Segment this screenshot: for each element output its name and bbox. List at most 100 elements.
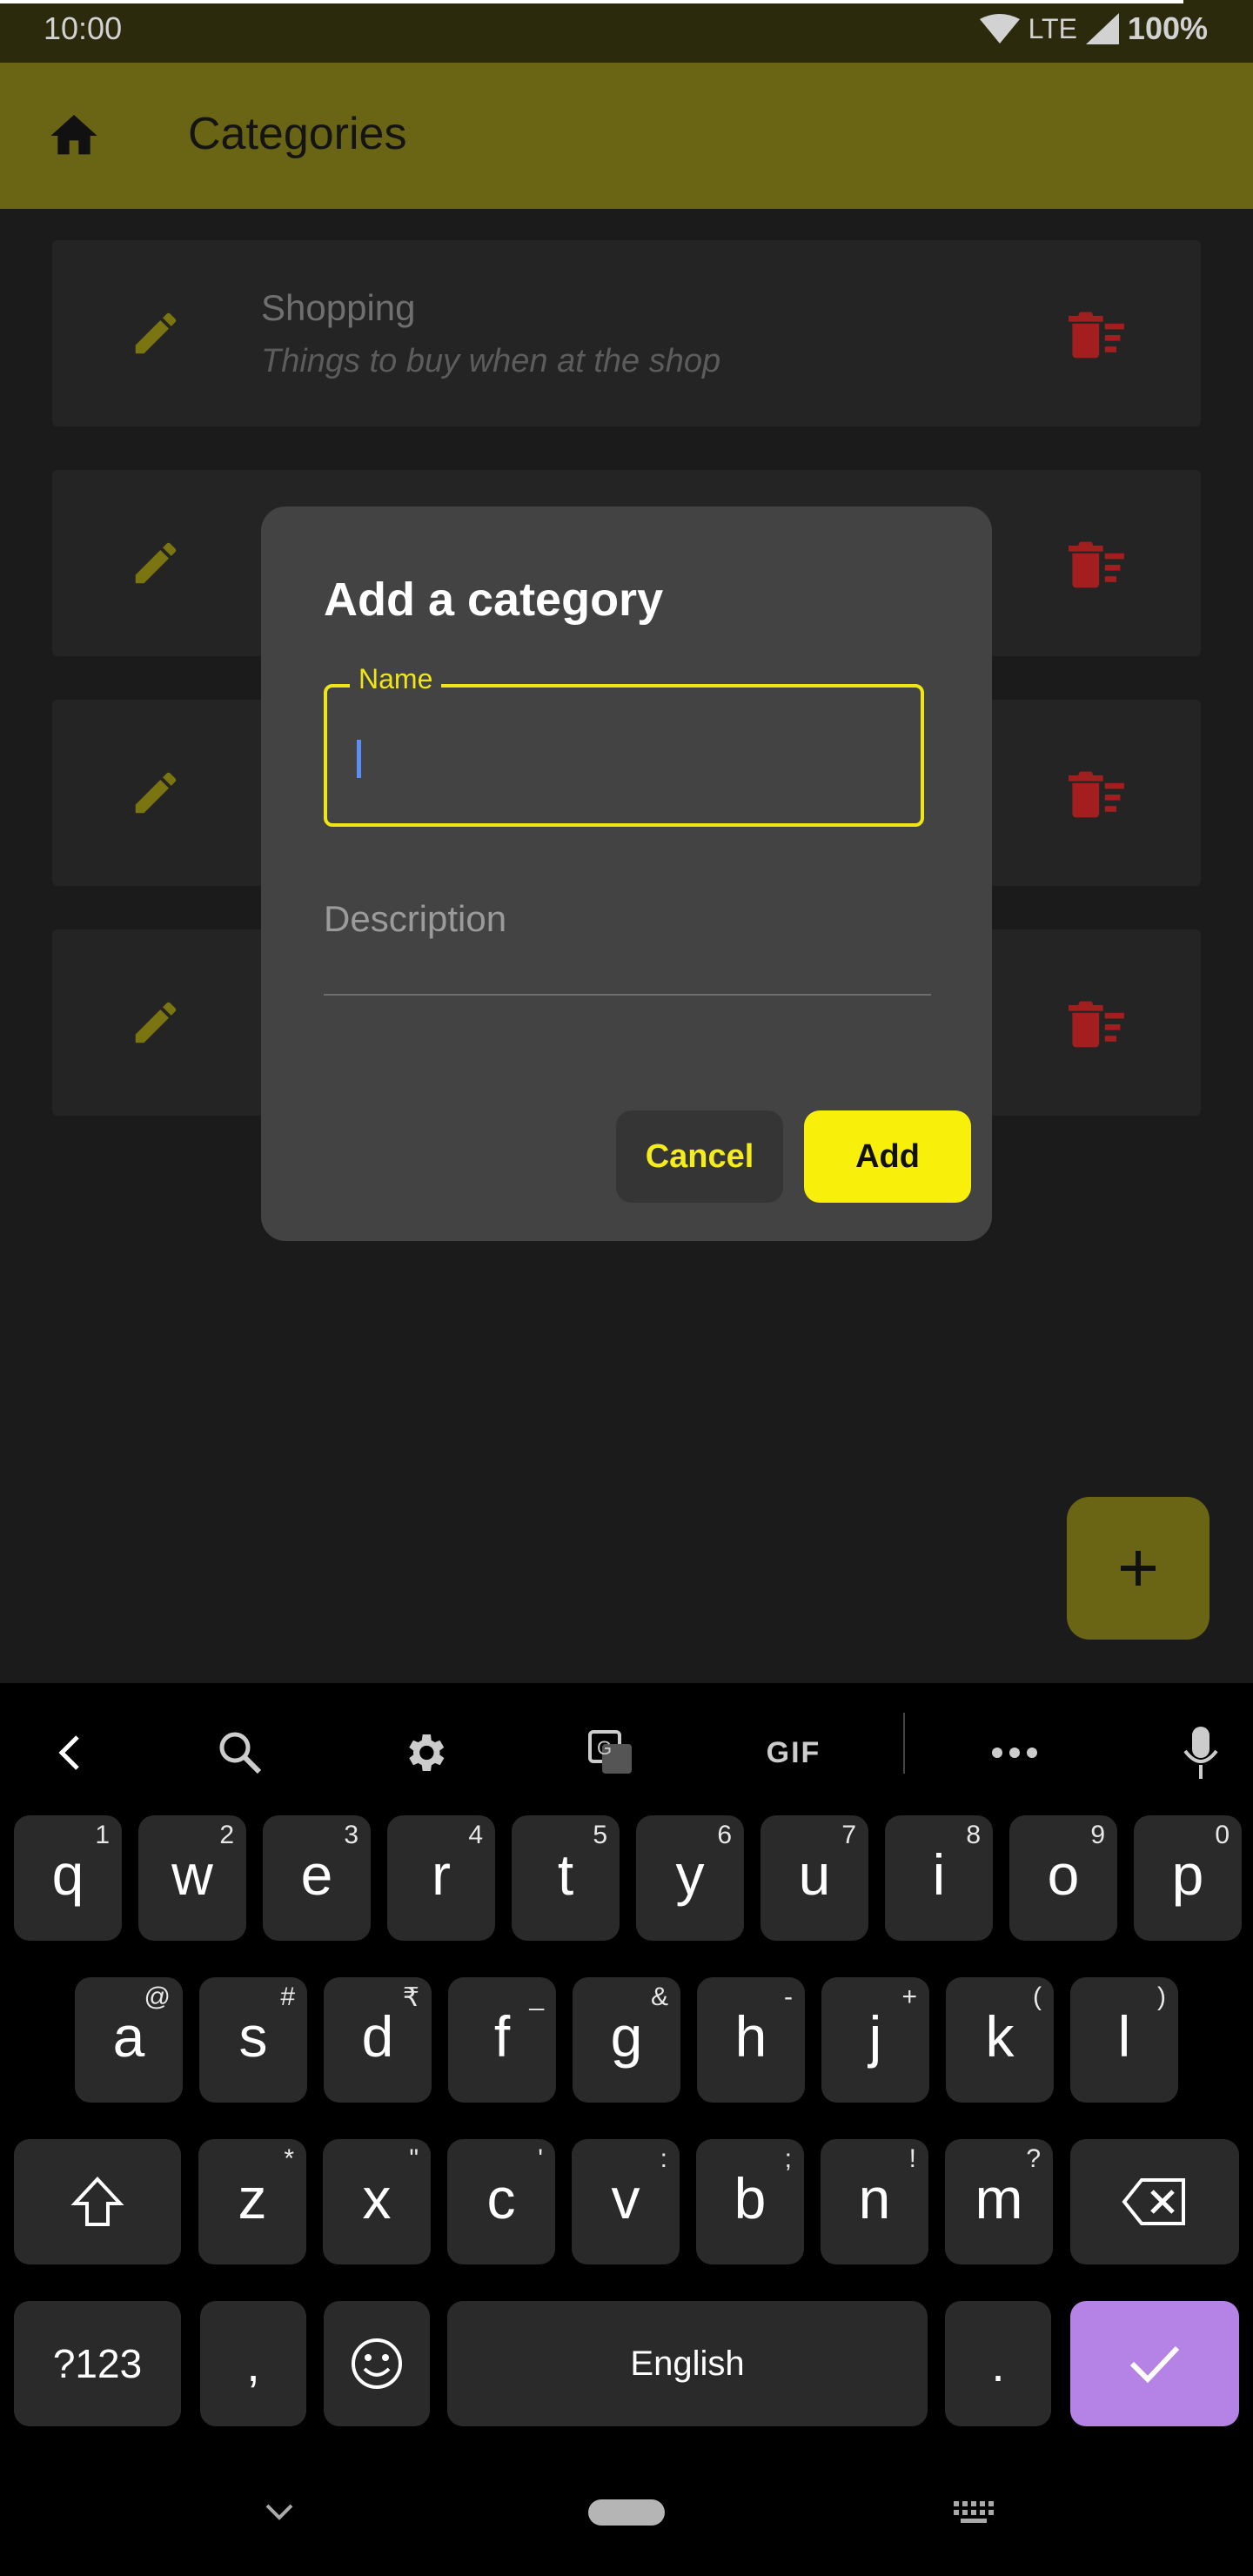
edit-icon[interactable] — [129, 536, 183, 590]
key-i[interactable]: i8 — [885, 1815, 993, 1941]
key-hint: ! — [908, 2144, 916, 2173]
key-o[interactable]: o9 — [1009, 1815, 1117, 1941]
delete-sweep-icon[interactable] — [1069, 1001, 1126, 1048]
status-time: 10:00 — [44, 10, 123, 46]
key-l[interactable]: l) — [1070, 1977, 1178, 2103]
shift-icon — [70, 2177, 124, 2226]
enter-key[interactable] — [1070, 2301, 1239, 2426]
key-label: z — [238, 2166, 267, 2231]
key-label: r — [432, 1842, 451, 1907]
key-label: m — [975, 2166, 1023, 2231]
key-s[interactable]: s # — [199, 1977, 307, 2103]
nav-back-chevron-icon[interactable] — [265, 2503, 294, 2522]
keyboard-switch-icon[interactable] — [954, 2501, 994, 2524]
key-label: h — [734, 2004, 767, 2069]
key-y[interactable]: y6 — [636, 1815, 744, 1941]
key-p[interactable]: p0 — [1134, 1815, 1242, 1941]
delete-sweep-icon[interactable] — [1069, 541, 1126, 588]
dialog-title: Add a category — [324, 574, 664, 626]
key-hint: ' — [538, 2144, 543, 2173]
key-g[interactable]: g & — [573, 1977, 680, 2103]
key-q[interactable]: q1 — [14, 1815, 122, 1941]
key-t[interactable]: t5 — [512, 1815, 620, 1941]
key-j[interactable]: j + — [821, 1977, 929, 2103]
key-w[interactable]: w2 — [138, 1815, 246, 1941]
key-hint: * — [284, 2144, 294, 2173]
key-label: v — [611, 2166, 640, 2231]
key-label: q — [51, 1842, 84, 1907]
symbols-key[interactable]: ?123 — [14, 2301, 181, 2426]
space-key[interactable]: English — [447, 2301, 928, 2426]
name-field[interactable]: Name — [324, 663, 924, 827]
key-label: w — [171, 1842, 213, 1907]
keyboard-search-button[interactable] — [209, 1718, 271, 1788]
check-icon — [1129, 2345, 1180, 2384]
edit-icon[interactable] — [129, 996, 183, 1050]
key-label: s — [238, 2004, 268, 2069]
key-n[interactable]: n! — [821, 2139, 928, 2264]
emoji-icon — [352, 2338, 402, 2389]
backspace-key[interactable] — [1070, 2139, 1239, 2264]
key-a[interactable]: a @ — [75, 1977, 183, 2103]
key-b[interactable]: b; — [696, 2139, 804, 2264]
status-bar: 10:00 LTE 100% — [0, 0, 1253, 63]
key-hint: 2 — [219, 1821, 234, 1849]
home-icon[interactable] — [44, 108, 104, 164]
keyboard-translate-button[interactable]: G — [580, 1718, 642, 1788]
key-d[interactable]: d ₹ — [324, 1977, 432, 2103]
key-label: d — [361, 2004, 394, 2069]
edit-icon[interactable] — [129, 306, 183, 360]
comma-key[interactable]: , — [200, 2301, 306, 2426]
network-label: LTE — [1028, 12, 1077, 44]
cancel-button[interactable]: Cancel — [616, 1110, 783, 1203]
add-category-fab[interactable] — [1067, 1497, 1209, 1640]
shift-key[interactable] — [14, 2139, 181, 2264]
keyboard-gif-button[interactable]: GIF — [757, 1718, 830, 1788]
key-hint: 8 — [966, 1821, 981, 1849]
key-hint: 6 — [717, 1821, 732, 1849]
text-cursor — [357, 740, 361, 778]
delete-sweep-icon[interactable] — [1069, 771, 1126, 818]
cell-signal-icon — [1085, 13, 1119, 44]
key-r[interactable]: r4 — [387, 1815, 495, 1941]
keyboard-back-button[interactable] — [44, 1718, 96, 1788]
nav-home-pill[interactable] — [588, 2499, 665, 2526]
delete-sweep-icon[interactable] — [1069, 312, 1126, 359]
keyboard-settings-button[interactable] — [393, 1718, 456, 1788]
key-hint: @ — [144, 1982, 171, 2011]
period-key[interactable]: . — [945, 2301, 1051, 2426]
key-x[interactable]: x " — [323, 2139, 431, 2264]
key-label: j — [868, 2004, 882, 2069]
keyboard-more-button[interactable] — [987, 1718, 1042, 1788]
key-hint: 9 — [1090, 1821, 1105, 1849]
key-h[interactable]: h- — [697, 1977, 805, 2103]
key-label: g — [610, 2004, 643, 2069]
key-label: o — [1047, 1842, 1080, 1907]
key-k[interactable]: k( — [946, 1977, 1054, 2103]
key-z[interactable]: z * — [198, 2139, 306, 2264]
battery-level: 100% — [1127, 10, 1208, 46]
key-label: n — [858, 2166, 891, 2231]
soft-keyboard: G GIF q1w2e3r4t5y6u7i8o9p0 a @ s # d ₹ f _ g & h - j… — [0, 1683, 1253, 2576]
add-button[interactable]: Add — [804, 1110, 971, 1203]
description-field[interactable]: Description — [324, 898, 931, 996]
key-f[interactable]: f _ — [448, 1977, 556, 2103]
key-u[interactable]: u7 — [761, 1815, 868, 1941]
key-c[interactable]: c ' — [447, 2139, 555, 2264]
search-icon — [219, 1732, 262, 1774]
status-top-line — [0, 0, 1183, 3]
key-label: l — [1117, 2004, 1131, 2069]
category-description: Things to buy when at the shop — [261, 343, 721, 379]
emoji-key[interactable] — [324, 2301, 430, 2426]
keyboard-mic-button[interactable] — [1178, 1718, 1223, 1788]
key-hint: ( — [1033, 1982, 1042, 2011]
key-v[interactable]: v: — [572, 2139, 680, 2264]
key-label: b — [734, 2166, 767, 2231]
key-hint: " — [409, 2144, 419, 2173]
category-card[interactable]: Shopping Things to buy when at the shop — [52, 240, 1201, 426]
edit-icon[interactable] — [129, 766, 183, 820]
key-m[interactable]: m? — [945, 2139, 1053, 2264]
key-hint: _ — [529, 1982, 544, 2011]
key-hint: ₹ — [402, 1983, 419, 2012]
key-e[interactable]: e3 — [263, 1815, 371, 1941]
